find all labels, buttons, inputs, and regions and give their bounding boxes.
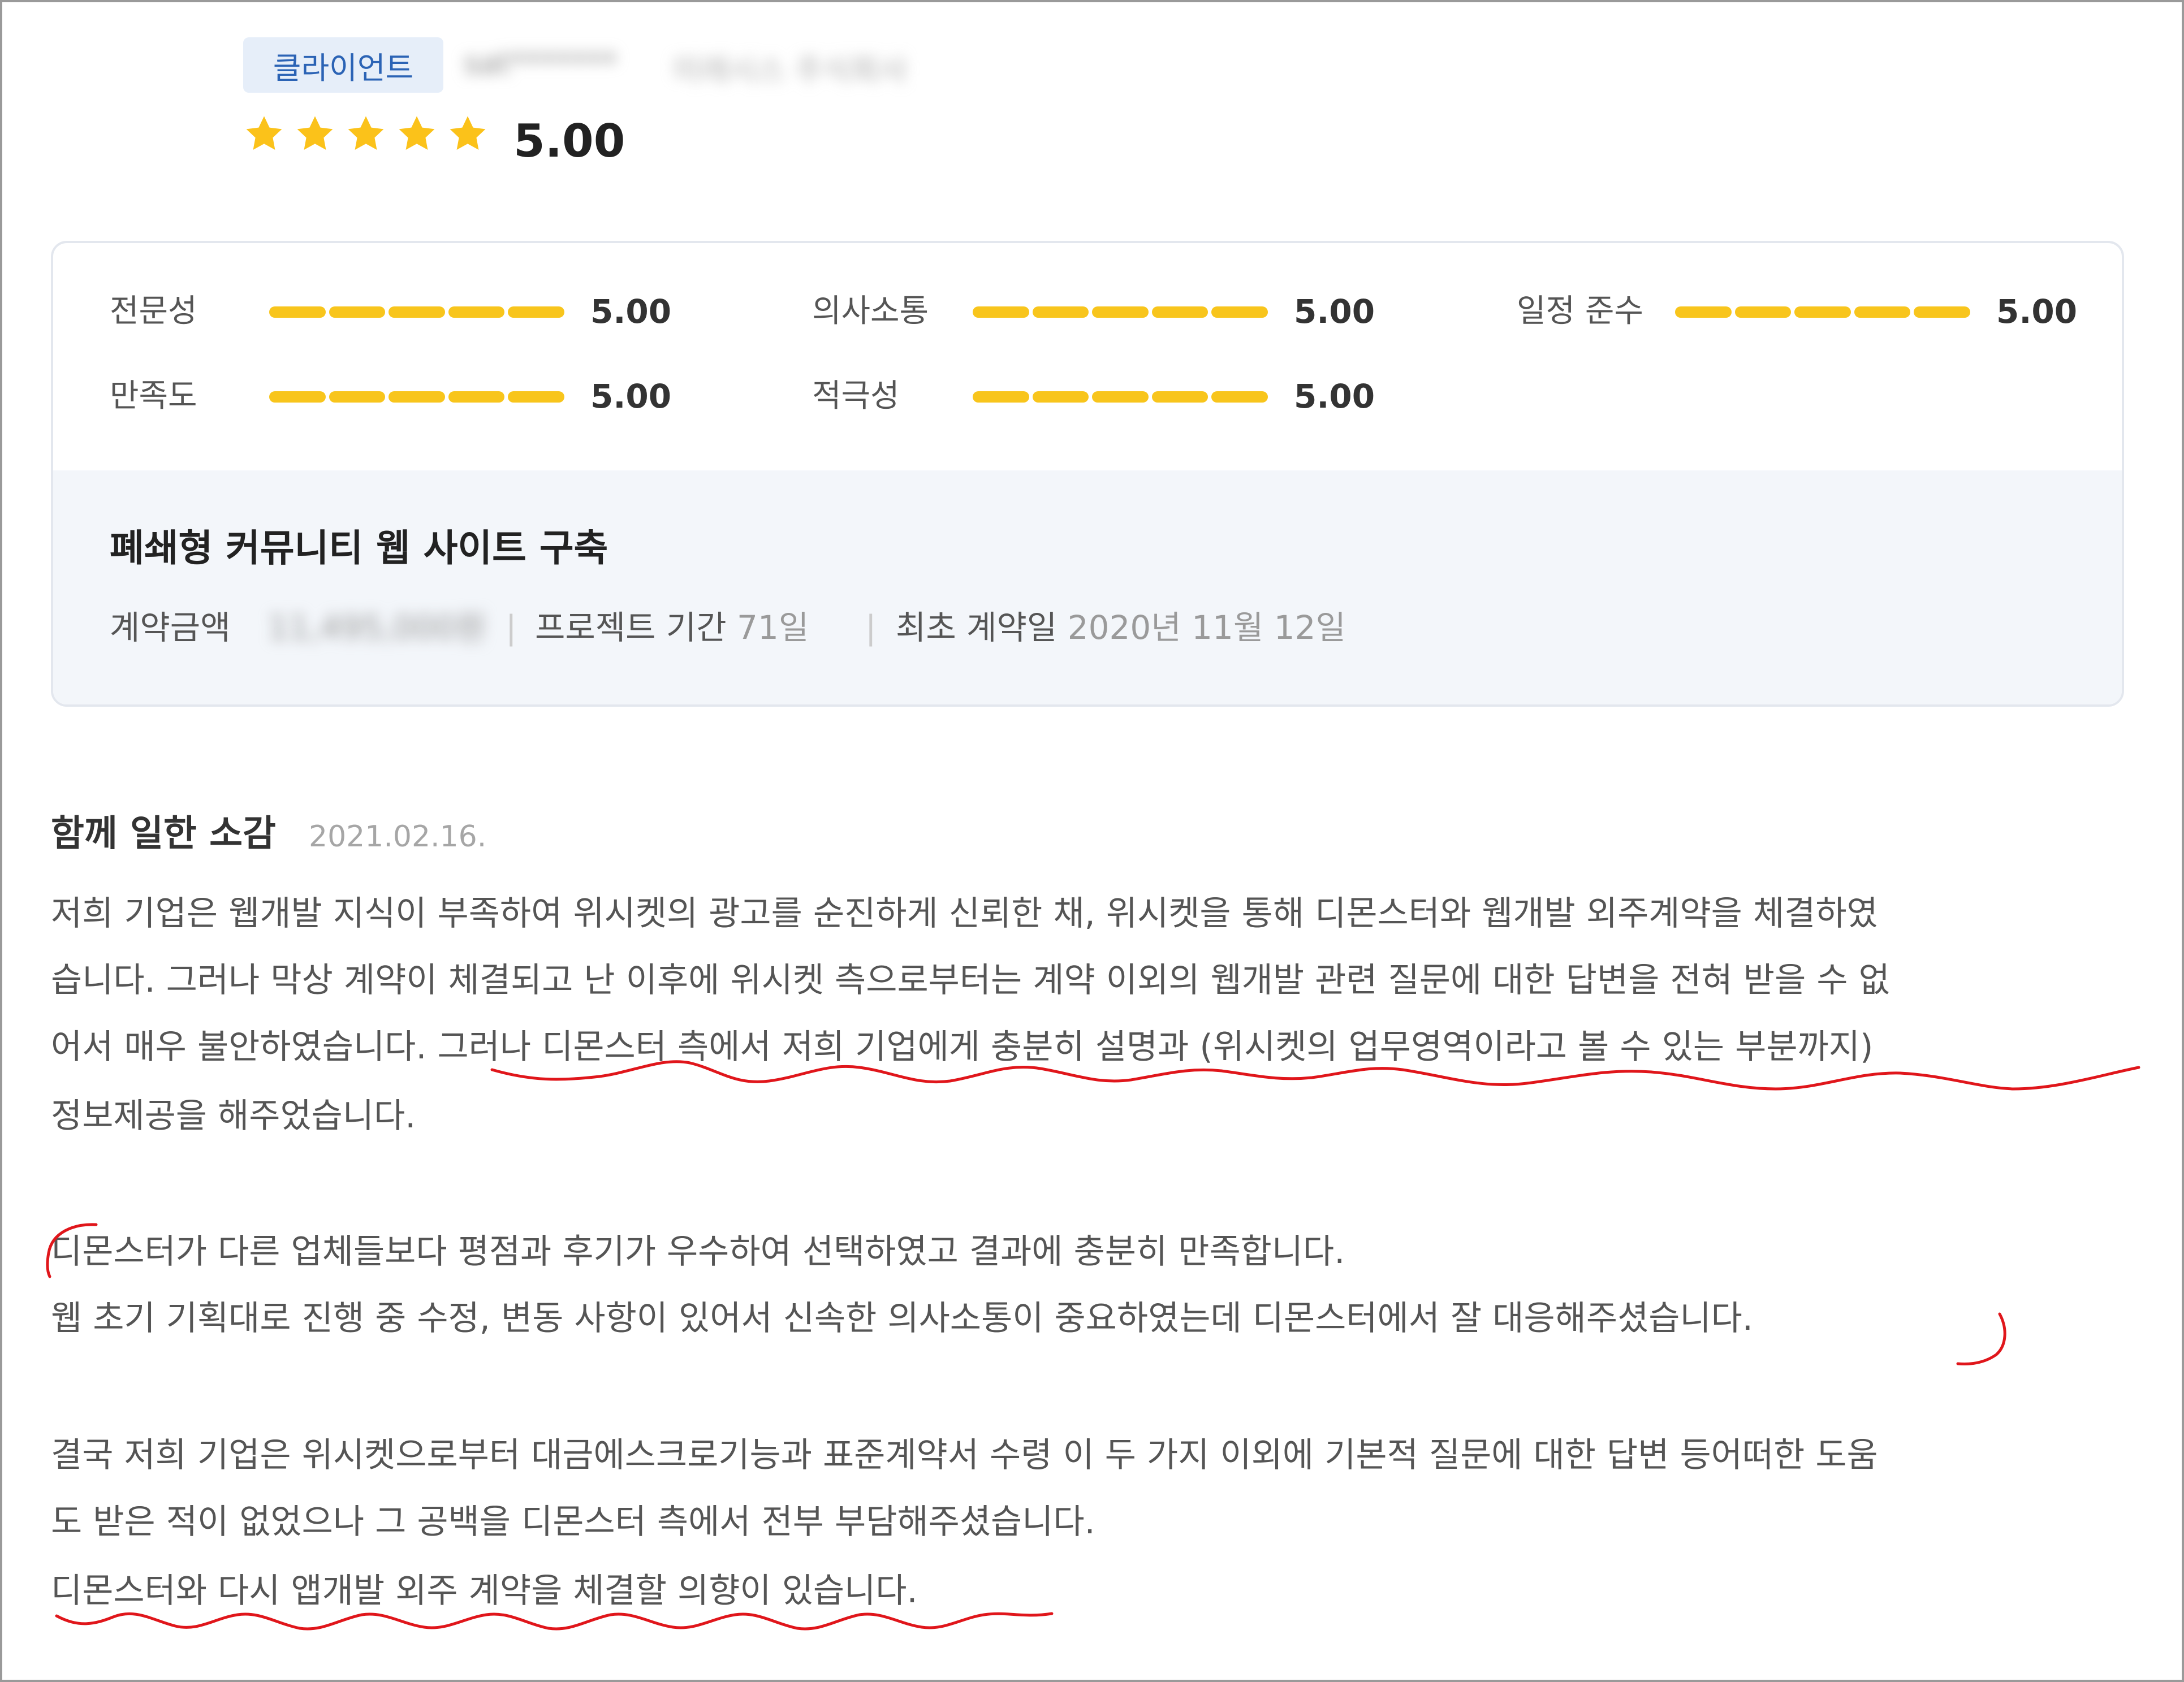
client-company-blurred: 미래시스 주식회사 bbox=[673, 53, 908, 88]
project-period: 프로젝트 기간 71일 bbox=[535, 608, 809, 647]
review-text-line: 정보제공을 해주었습니다. bbox=[51, 1096, 416, 1136]
review-text-line: 어서 매우 불안하였습니다. 그러나 디몬스터 측에서 저희 기업에게 충분히 … bbox=[51, 1027, 1874, 1067]
review-text-line: 결국 저희 기업은 위시켓으로부터 대금에스크로기능과 표준계약서 수령 이 두… bbox=[51, 1435, 1878, 1475]
star-icon bbox=[243, 113, 285, 155]
project-summary-panel bbox=[53, 470, 2122, 704]
metric-label-schedule: 일정 준수 bbox=[1517, 293, 1643, 330]
star-icon bbox=[447, 113, 489, 155]
metric-value-satisfaction: 5.00 bbox=[590, 377, 672, 416]
review-text-line: 저희 기업은 웹개발 지식이 부족하여 위시켓의 광고를 순진하게 신뢰한 채,… bbox=[51, 894, 1878, 933]
metric-label-proactiveness: 적극성 bbox=[812, 378, 900, 414]
review-text-line: 웹 초기 기획대로 진행 중 수정, 변동 사항이 있어서 신속한 의사소통이 … bbox=[51, 1299, 1753, 1338]
metric-value-communication: 5.00 bbox=[1294, 292, 1375, 331]
metric-bar-satisfaction bbox=[269, 391, 564, 403]
first-contract-date: 최초 계약일 2020년 11월 12일 bbox=[896, 608, 1346, 647]
meta-separator: | bbox=[506, 608, 517, 647]
metric-bar-proactiveness bbox=[973, 391, 1268, 403]
metric-value-expertise: 5.00 bbox=[590, 292, 672, 331]
star-icon bbox=[294, 113, 336, 155]
project-title: 폐쇄형 커뮤니티 웹 사이트 구축 bbox=[110, 526, 608, 570]
metric-label-satisfaction: 만족도 bbox=[110, 378, 197, 414]
contract-amount-value-blurred: 11,495,000원 bbox=[268, 608, 486, 647]
review-text-line: 도 받은 적이 없었으나 그 공백을 디몬스터 측에서 전부 부담해주셨습니다. bbox=[51, 1502, 1095, 1542]
metric-bar-communication bbox=[973, 306, 1268, 318]
client-name-blurred: sat******* bbox=[464, 45, 618, 81]
client-role-badge: 클라이언트 bbox=[243, 37, 443, 93]
review-text-line: 습니다. 그러나 막상 계약이 체결되고 난 이후에 위시켓 측으로부터는 계약… bbox=[51, 961, 1890, 1000]
star-icon bbox=[396, 113, 438, 155]
review-date: 2021.02.16. bbox=[309, 820, 487, 854]
star-rating bbox=[243, 113, 489, 155]
metric-value-proactiveness: 5.00 bbox=[1294, 377, 1375, 416]
metric-label-communication: 의사소통 bbox=[812, 293, 929, 330]
metric-label-expertise: 전문성 bbox=[110, 293, 197, 330]
review-text-line: 디몬스터가 다른 업체들보다 평점과 후기가 우수하여 선택하였고 결과에 충분… bbox=[51, 1232, 1345, 1272]
meta-separator: | bbox=[865, 608, 877, 647]
review-text-line: 디몬스터와 다시 앱개발 외주 계약을 체결할 의향이 있습니다. bbox=[51, 1571, 918, 1611]
metric-bar-expertise bbox=[269, 306, 564, 318]
metric-value-schedule: 5.00 bbox=[1996, 292, 2078, 331]
metric-bar-schedule bbox=[1675, 306, 1970, 318]
star-icon bbox=[345, 113, 387, 155]
review-heading: 함께 일한 소감 bbox=[51, 813, 276, 855]
score-card: 전문성 5.00 의사소통 5.00 일정 준수 5.00 만족도 5.00 적… bbox=[51, 241, 2124, 707]
overall-rating-value: 5.00 bbox=[513, 115, 625, 167]
contract-amount-label: 계약금액 bbox=[110, 608, 231, 647]
